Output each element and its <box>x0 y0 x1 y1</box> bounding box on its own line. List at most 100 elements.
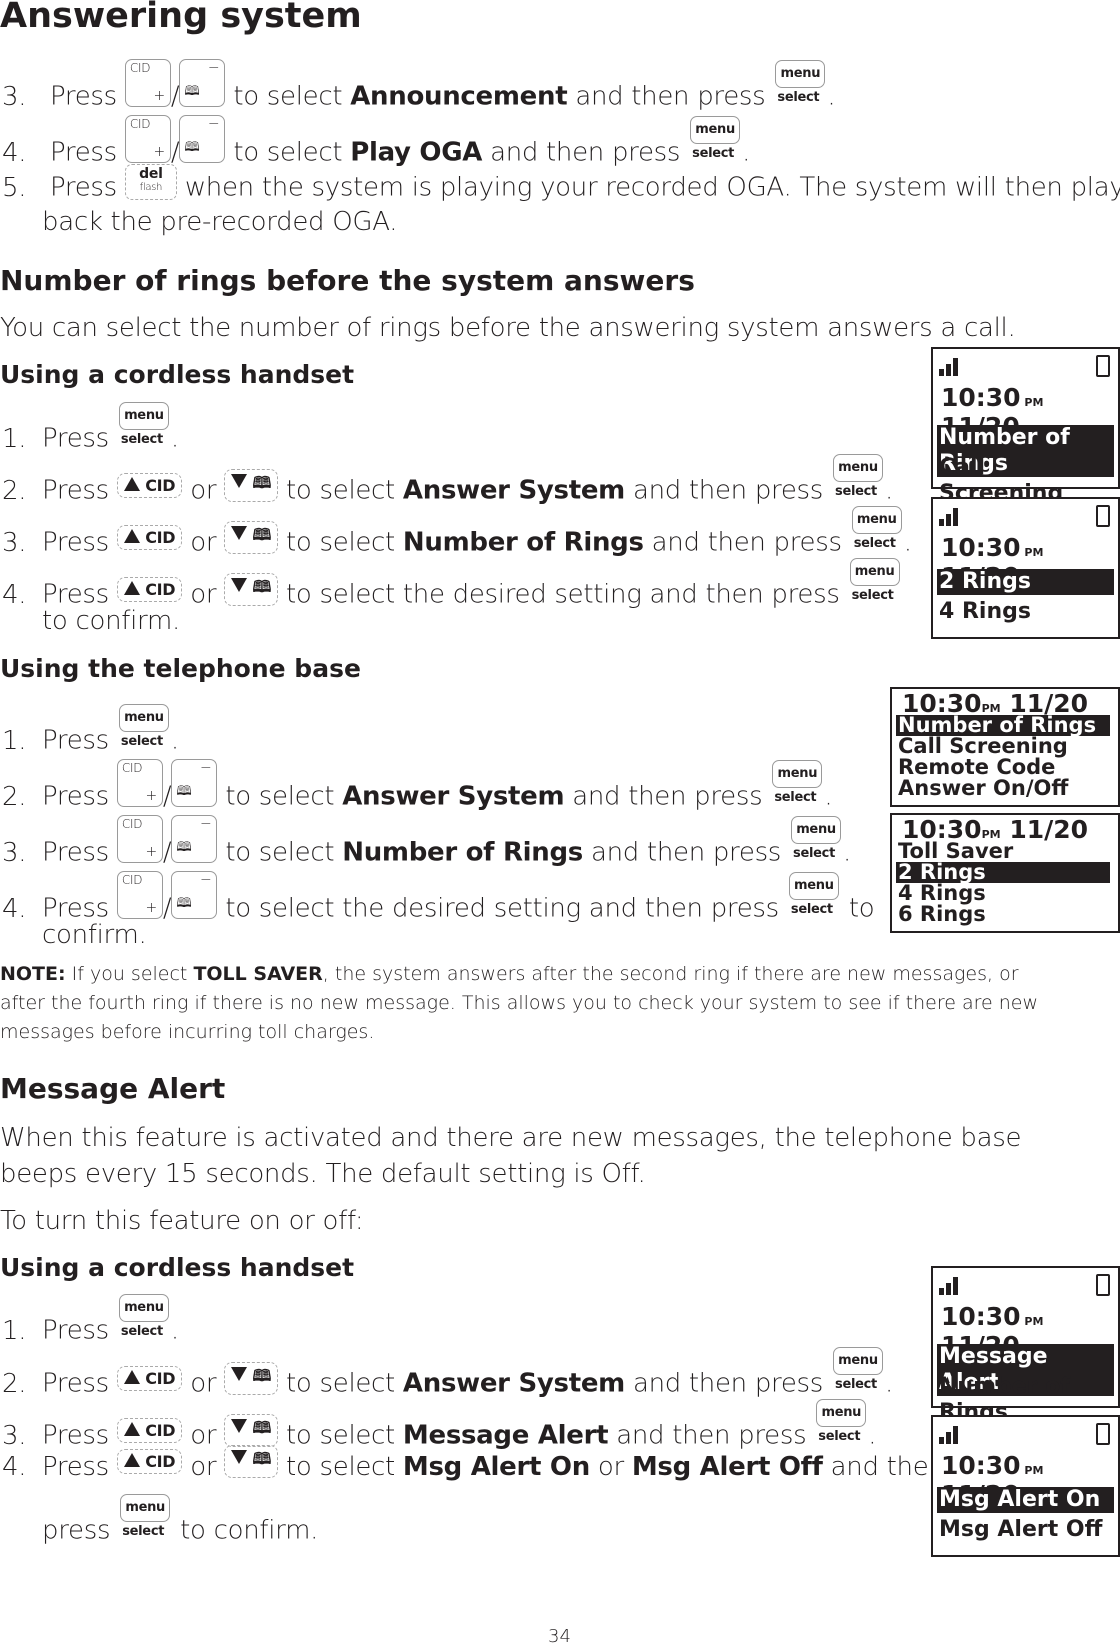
subheading-handset: Using a cordless handset <box>0 360 355 389</box>
alert-desc-1: When this feature is activated and there… <box>0 1123 1022 1153</box>
phonebook-icon: 🕮 <box>176 784 192 799</box>
signal-icon <box>939 1425 960 1444</box>
phonebook-icon: 🕮 <box>252 576 272 596</box>
phonebook-icon: 🕮 <box>252 472 272 492</box>
down-book-key: 🕮 <box>224 520 279 554</box>
phonebook-icon: 🕮 <box>252 1449 272 1468</box>
menu-select-key: menu select <box>831 1347 885 1401</box>
rings-base-step-4-cont: confirm. <box>42 920 147 950</box>
lcd-menu-item: Remote Code <box>898 755 1056 779</box>
subheading-base: Using the telephone base <box>0 654 361 683</box>
rings-handset-step-2: 2. Press CID or 🕮 to select Answer System… <box>2 454 893 518</box>
rings-handset-step-4-cont: to confirm. <box>42 606 180 636</box>
triangle-down-minus-icon <box>231 525 248 540</box>
menu-select-key: menu select <box>773 60 827 114</box>
alert-desc-3: To turn this feature on or off: <box>0 1206 364 1236</box>
phonebook-icon: 🕮 <box>176 896 192 911</box>
triangle-up-plus-icon <box>123 1369 140 1384</box>
lcd-menu-item: 2 Rings <box>896 862 1110 883</box>
battery-icon <box>1096 355 1110 377</box>
step-del-flash-cont: back the pre-recorded OGA. <box>42 207 398 237</box>
down-book-key: 🕮 <box>224 1445 279 1478</box>
section-heading-rings: Number of rings before the system answer… <box>0 264 695 297</box>
down-book-key: 🕮 <box>224 572 279 606</box>
alert-step-1: 1. Press menu select. <box>2 1294 179 1358</box>
cid-plus-key: CID + <box>116 759 163 807</box>
menu-select-key: menu select <box>850 506 904 560</box>
phonebook-minus-key: − 🕮 <box>179 59 226 107</box>
phonebook-icon: 🕮 <box>184 84 200 99</box>
lcd-base-rings-1: 10:30PM 11/20 Number of Rings Call Screeni… <box>890 687 1120 807</box>
down-book-key: 🕮 <box>224 468 279 502</box>
menu-select-key: menu select <box>787 872 841 926</box>
triangle-up-plus-icon <box>123 528 140 543</box>
menu-select-key: menu select <box>117 1294 171 1348</box>
alert-desc-2: beeps every 15 seconds. The default sett… <box>0 1159 646 1189</box>
lcd-base-rings-2: 10:30PM 11/20 Toll Saver 2 Rings 4 Rings 6 R… <box>890 813 1120 933</box>
note-line-1: NOTE: If you select TOLL SAVER, the syst… <box>0 963 1019 985</box>
down-book-key: 🕮 <box>224 1361 279 1395</box>
lcd-menu-item: 4 Rings <box>898 881 986 905</box>
up-cid-key: CID <box>116 1417 183 1443</box>
battery-icon <box>1096 1274 1110 1296</box>
triangle-up-plus-icon <box>123 476 140 491</box>
up-cid-key: CID <box>116 472 183 498</box>
down-book-key: 🕮 <box>224 1413 279 1447</box>
battery-icon <box>1096 505 1110 527</box>
menu-select-key: menu select <box>814 1399 868 1453</box>
lcd-menu-item: Msg Alert On <box>937 1487 1114 1513</box>
phonebook-minus-key: − 🕮 <box>179 115 226 163</box>
lcd-alert-1: 10:30 PM 11/20Message AlertNumber of Rin… <box>931 1266 1120 1425</box>
triangle-down-minus-icon <box>231 473 248 488</box>
lcd-handset-rings-2: 10:30 PM 11/202 Rings4 Rings <box>931 497 1120 639</box>
note-line-2: after the fourth ring if there is no new… <box>0 992 1039 1014</box>
menu-select-key: menu select <box>117 704 171 758</box>
triangle-down-minus-icon <box>231 1418 248 1433</box>
menu-select-key: menu select <box>831 454 885 508</box>
signal-icon <box>939 507 960 526</box>
triangle-down-minus-icon <box>231 577 248 592</box>
phonebook-icon: 🕮 <box>252 524 272 544</box>
up-cid-key: CID <box>116 576 183 602</box>
lcd-menu-item: Toll Saver <box>898 839 1014 863</box>
lcd-menu-item: 2 Rings <box>937 569 1114 595</box>
page-title: Answering system <box>0 0 362 36</box>
del-flash-key: del flash <box>124 164 177 200</box>
rings-handset-step-3: 3. Press CID or 🕮 to select Number of Rin… <box>2 506 912 570</box>
phonebook-minus-key: − 🕮 <box>171 815 218 863</box>
lcd-alert-2: 10:30 PM 11/20Msg Alert OnMsg Alert Off <box>931 1415 1120 1557</box>
note-line-3: messages before incurring toll charges. <box>0 1021 375 1043</box>
triangle-down-minus-icon <box>231 1450 248 1464</box>
phonebook-icon: 🕮 <box>252 1417 272 1437</box>
lcd-menu-item: 6 Rings <box>898 902 986 926</box>
menu-select-key: menu select <box>117 402 171 456</box>
cid-plus-key: CID + <box>116 815 163 863</box>
phonebook-icon: 🕮 <box>184 140 200 155</box>
battery-icon <box>1096 1423 1110 1445</box>
section-heading-alert: Message Alert <box>0 1072 226 1105</box>
subheading-alert-handset: Using a cordless handset <box>0 1253 355 1282</box>
menu-select-key: menu select <box>688 116 742 170</box>
phonebook-icon: 🕮 <box>252 1365 272 1385</box>
triangle-up-plus-icon <box>123 1453 140 1467</box>
menu-select-key: menu select <box>118 1494 172 1548</box>
phonebook-minus-key: − 🕮 <box>171 759 218 807</box>
up-cid-key: CID <box>116 524 183 550</box>
lcd-menu-item: Call Screening <box>898 734 1068 758</box>
menu-select-key: menu select <box>770 760 824 814</box>
cid-plus-key: CID + <box>116 871 163 919</box>
rings-handset-step-1: 1. Press menu select. <box>2 402 179 466</box>
lcd-menu-item: Answer On/Off <box>898 776 1069 800</box>
signal-icon <box>939 357 960 376</box>
page-number: 34 <box>548 1626 571 1647</box>
rings-description: You can select the number of rings befor… <box>0 313 1016 343</box>
menu-select-key: menu select <box>789 816 843 870</box>
alert-step-4-cont: press menu select to confirm. <box>42 1494 318 1558</box>
menu-select-key: menu select <box>848 558 902 612</box>
alert-step-4: 4. Press CID or 🕮 to select Msg Alert On … <box>2 1445 945 1484</box>
cid-plus-key: CID + <box>124 59 171 107</box>
triangle-up-plus-icon <box>123 1421 140 1436</box>
up-cid-key: CID <box>116 1449 183 1474</box>
lcd-menu-item: Number of Rings <box>896 715 1110 736</box>
triangle-up-plus-icon <box>123 580 140 595</box>
